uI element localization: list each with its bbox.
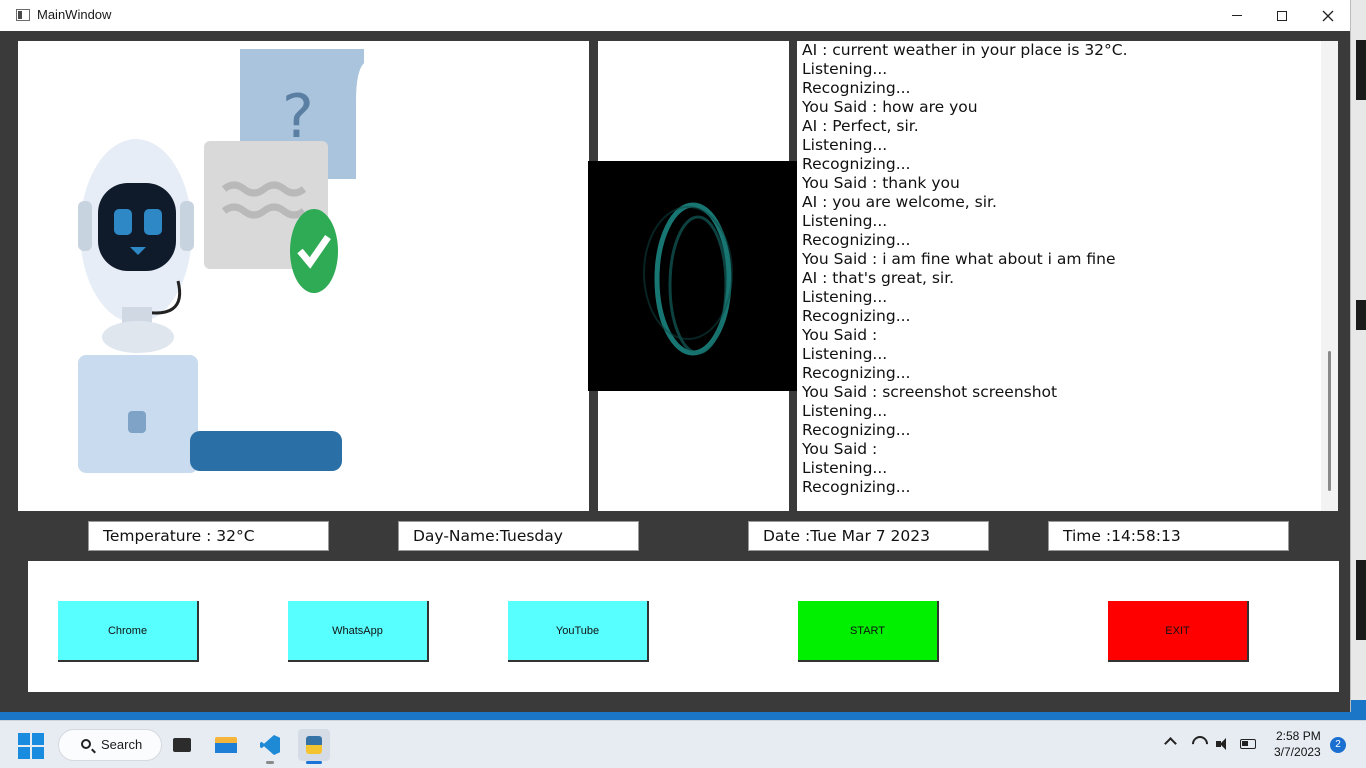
log-line: Recognizing... xyxy=(802,79,911,97)
python-active-indicator xyxy=(306,761,322,764)
wifi-icon[interactable] xyxy=(1192,736,1208,750)
vscode-icon[interactable] xyxy=(254,729,286,761)
title-bar[interactable]: MainWindow xyxy=(0,0,1350,31)
volume-icon[interactable] xyxy=(1216,737,1232,751)
temperature-display: Temperature : 32°C xyxy=(88,521,329,551)
exit-button[interactable]: EXIT xyxy=(1108,601,1249,662)
youtube-button[interactable]: YouTube xyxy=(508,601,649,662)
log-line: Listening... xyxy=(802,402,888,420)
window-title: MainWindow xyxy=(37,7,112,22)
search-icon xyxy=(81,739,91,749)
log-line: You Said : screenshot screenshot xyxy=(802,383,1058,401)
log-line: You Said : thank you xyxy=(802,174,960,192)
minimize-icon xyxy=(1232,15,1242,16)
log-line: Recognizing... xyxy=(802,155,911,173)
app-window-icon xyxy=(16,9,30,21)
start-button[interactable]: START xyxy=(798,601,939,662)
log-line: Listening... xyxy=(802,60,888,78)
log-line: Recognizing... xyxy=(802,478,911,496)
notification-badge[interactable]: 2 xyxy=(1330,737,1346,753)
time-label: Time :14:58:13 xyxy=(1063,527,1181,545)
log-line: Recognizing... xyxy=(802,364,911,382)
log-line: You Said : how are you xyxy=(802,98,978,116)
log-scrollbar[interactable] xyxy=(1321,41,1338,511)
file-explorer-icon[interactable] xyxy=(210,729,242,761)
assistant-illustration-panel: ? xyxy=(18,41,589,511)
taskbar-search[interactable]: Search xyxy=(58,729,162,761)
python-app-icon[interactable] xyxy=(298,729,330,761)
maximize-icon xyxy=(1277,10,1287,21)
listening-animation xyxy=(588,161,799,391)
conversation-log-text: AI : current weather in your place is 32… xyxy=(802,41,1320,497)
log-line: AI : Perfect, sir. xyxy=(802,117,919,135)
close-icon xyxy=(1322,10,1334,21)
task-view-icon[interactable] xyxy=(166,729,198,761)
tray-overflow-chevron-icon[interactable] xyxy=(1164,737,1177,750)
ring-animation-icon xyxy=(643,202,733,356)
main-window: MainWindow ? AI: current weather in you… xyxy=(0,0,1351,712)
date-display: Date :Tue Mar 7 2023 xyxy=(748,521,989,551)
log-line: Listening... xyxy=(802,459,888,477)
search-label: Search xyxy=(101,737,143,752)
maximize-button[interactable] xyxy=(1259,0,1305,31)
log-line: Listening... xyxy=(802,345,888,363)
conversation-log[interactable]: AI : current weather in your place is 32… xyxy=(797,41,1338,511)
log-line: Recognizing... xyxy=(802,231,911,249)
desktop-background xyxy=(1350,0,1366,720)
clock-date[interactable]: 3/7/2023 xyxy=(1274,745,1321,759)
day-name-label: Day-Name:Tuesday xyxy=(413,527,563,545)
log-line: AI : you are welcome, sir. xyxy=(802,193,997,211)
minimize-button[interactable] xyxy=(1214,0,1260,31)
log-line: AI : current weather in your place is 32… xyxy=(802,41,1128,59)
log-scrollbar-thumb[interactable] xyxy=(1328,351,1331,491)
log-line: AI : that's great, sir. xyxy=(802,269,955,287)
log-line: Recognizing... xyxy=(802,307,911,325)
battery-icon[interactable] xyxy=(1240,739,1256,749)
chrome-button[interactable]: Chrome xyxy=(58,601,199,662)
whatsapp-button[interactable]: WhatsApp xyxy=(288,601,429,662)
log-line: Listening... xyxy=(802,212,888,230)
taskbar: Search 2:58 PM 3/7/2023 2 xyxy=(0,720,1366,768)
log-line: Listening... xyxy=(802,136,888,154)
log-line: Listening... xyxy=(802,288,888,306)
log-line: You Said : xyxy=(802,440,878,458)
time-display: Time :14:58:13 xyxy=(1048,521,1289,551)
log-line: You Said : i am fine what about i am fin… xyxy=(802,250,1116,268)
start-menu-icon[interactable] xyxy=(18,733,44,759)
clock-time[interactable]: 2:58 PM xyxy=(1276,729,1321,743)
robot-illustration: ? xyxy=(78,49,364,473)
date-label: Date :Tue Mar 7 2023 xyxy=(763,527,931,545)
day-name-display: Day-Name:Tuesday xyxy=(398,521,639,551)
action-button-panel: Chrome WhatsApp YouTube START EXIT xyxy=(28,561,1339,692)
log-line: You Said : xyxy=(802,326,878,344)
temperature-label: Temperature : 32°C xyxy=(103,527,255,545)
vscode-running-indicator xyxy=(266,761,274,764)
log-line: Recognizing... xyxy=(802,421,911,439)
close-button[interactable] xyxy=(1305,0,1351,31)
